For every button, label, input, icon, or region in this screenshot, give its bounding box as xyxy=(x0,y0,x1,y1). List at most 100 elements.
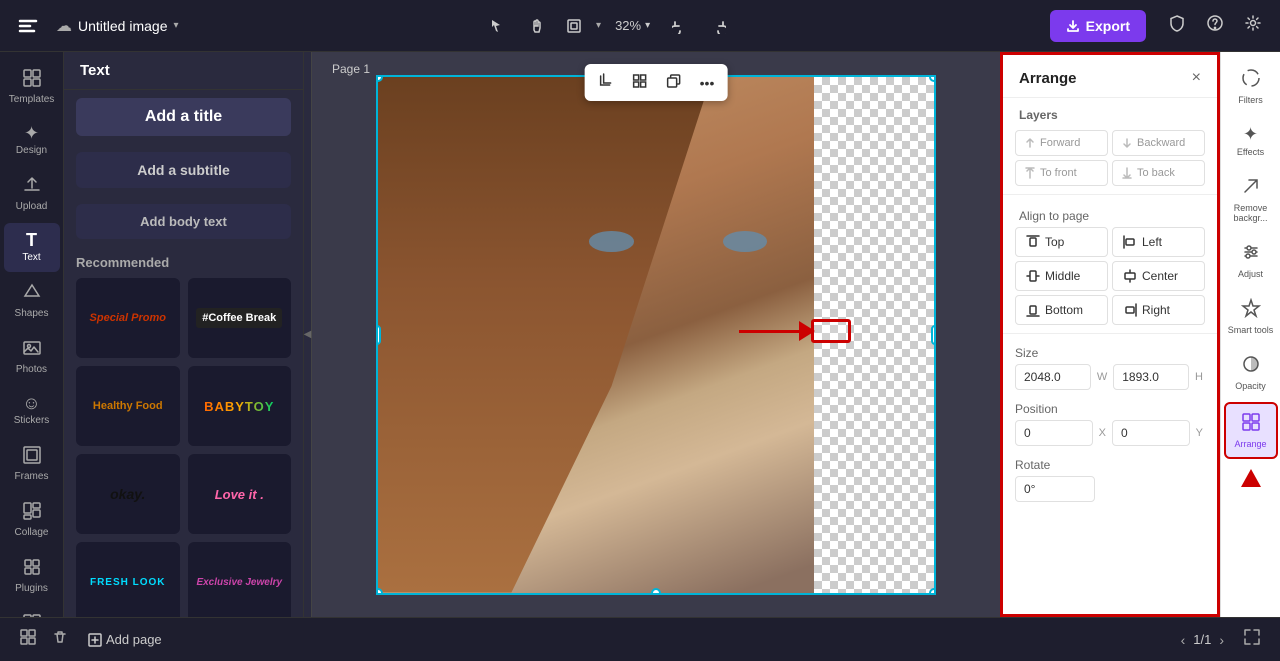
opacity-btn[interactable]: Opacity xyxy=(1224,346,1278,400)
align-right-btn[interactable]: Right xyxy=(1112,295,1205,325)
sidebar-item-templates[interactable]: Templates xyxy=(4,60,60,114)
upload-label: Upload xyxy=(16,201,48,213)
recommended-label: Recommended xyxy=(64,247,303,274)
frame-tool-btn[interactable] xyxy=(558,12,590,40)
add-title-btn[interactable]: Add a title xyxy=(76,98,291,136)
settings-icon-btn[interactable] xyxy=(1238,8,1268,43)
grid-tool-btn[interactable] xyxy=(625,68,655,97)
sidebar-item-stickers[interactable]: ☺ Stickers xyxy=(4,386,60,435)
tmpl-special-promo-text: Special Promo xyxy=(90,312,166,324)
doc-title-area: ☁ Untitled image ▾ xyxy=(56,16,179,36)
sidebar-item-plugins[interactable]: Plugins xyxy=(4,549,60,603)
resize-handle-bm[interactable] xyxy=(651,588,661,595)
template-grid: Special Promo #Coffee Break Healthy Food… xyxy=(64,274,303,617)
tmpl-okay-text: okay. xyxy=(110,486,145,502)
chevron-frame-icon[interactable]: ▾ xyxy=(596,20,601,31)
adjust-btn[interactable]: Adjust xyxy=(1224,234,1278,288)
smart-tools-btn[interactable]: Smart tools xyxy=(1224,290,1278,344)
pos-x-input[interactable] xyxy=(1015,420,1093,446)
filters-icon xyxy=(1241,68,1261,93)
arrange-btn[interactable]: Arrange xyxy=(1224,402,1278,460)
sidebar-item-collage[interactable]: Collage xyxy=(4,493,60,547)
export-button[interactable]: Export xyxy=(1050,10,1146,42)
add-page-btn[interactable]: Add page xyxy=(80,628,170,651)
pos-row: X Y xyxy=(1015,420,1205,446)
arrange-close-btn[interactable]: × xyxy=(1192,69,1201,87)
zoom-control[interactable]: 32% ▾ xyxy=(607,14,658,37)
grid-view-btn[interactable] xyxy=(16,625,40,654)
bottom-bar: Add page ‹ 1/1 › xyxy=(0,617,1280,661)
template-okay[interactable]: okay. xyxy=(76,454,180,534)
sidebar-item-upload[interactable]: Upload xyxy=(4,167,60,221)
more-tool-btn[interactable]: ••• xyxy=(693,70,722,96)
arrange-panel: Arrange × Layers Forward Backward To fro… xyxy=(1000,52,1220,617)
align-left-btn[interactable]: Left xyxy=(1112,227,1205,257)
arrange-title: Arrange xyxy=(1019,70,1077,87)
shield-icon-btn[interactable] xyxy=(1162,8,1192,43)
align-bottom-btn[interactable]: Bottom xyxy=(1015,295,1108,325)
rotate-input-wrap xyxy=(1015,476,1095,502)
template-fresh-look[interactable]: FRESH LOOK xyxy=(76,542,180,617)
logo-icon[interactable] xyxy=(12,10,44,42)
pointer-tool-btn[interactable] xyxy=(482,12,514,40)
template-coffee-break[interactable]: #Coffee Break xyxy=(188,278,292,358)
help-icon-btn[interactable] xyxy=(1200,8,1230,43)
filters-btn[interactable]: Filters xyxy=(1224,60,1278,114)
y-unit-label: Y xyxy=(1194,427,1205,439)
shapes-label: Shapes xyxy=(15,308,49,320)
doc-title[interactable]: Untitled image xyxy=(78,18,168,34)
crop-tool-btn[interactable] xyxy=(591,68,621,97)
add-body-btn[interactable]: Add body text xyxy=(76,204,291,239)
sidebar-item-photos[interactable]: Photos xyxy=(4,330,60,384)
add-subtitle-btn[interactable]: Add a subtitle xyxy=(76,152,291,188)
add-page-label: Add page xyxy=(106,632,162,647)
template-babytoy[interactable]: BABYTOY xyxy=(188,366,292,446)
template-love-it[interactable]: Love it . xyxy=(188,454,292,534)
fullscreen-btn[interactable] xyxy=(1240,625,1264,654)
undo-btn[interactable] xyxy=(664,12,696,40)
template-special-promo[interactable]: Special Promo xyxy=(76,278,180,358)
forward-btn[interactable]: Forward xyxy=(1015,130,1108,156)
pos-y-input[interactable] xyxy=(1112,420,1190,446)
chevron-down-icon[interactable]: ▾ xyxy=(174,20,179,31)
template-exclusive-jewelry[interactable]: Exclusive Jewelry xyxy=(188,542,292,617)
resize-handle-br[interactable] xyxy=(929,588,936,595)
effects-icon: ✦ xyxy=(1243,124,1258,145)
zoom-chevron-icon: ▾ xyxy=(645,20,650,31)
sidebar-item-shapes[interactable]: Shapes xyxy=(4,274,60,328)
backward-btn[interactable]: Backward xyxy=(1112,130,1205,156)
remove-bg-btn[interactable]: Remove backgr... xyxy=(1224,168,1278,233)
hand-tool-btn[interactable] xyxy=(520,12,552,40)
effects-btn[interactable]: ✦ Effects xyxy=(1224,116,1278,166)
size-width-input[interactable] xyxy=(1015,364,1091,390)
redo-btn[interactable] xyxy=(702,12,734,40)
tmpl-fresh-text: FRESH LOOK xyxy=(90,577,166,588)
sidebar-item-text[interactable]: T Text xyxy=(4,223,60,272)
to-front-btn[interactable]: To front xyxy=(1015,160,1108,186)
duplicate-tool-btn[interactable] xyxy=(659,68,689,97)
sidebar-item-frames[interactable]: Frames xyxy=(4,437,60,491)
align-top-btn[interactable]: Top xyxy=(1015,227,1108,257)
template-healthy-food[interactable]: Healthy Food xyxy=(76,366,180,446)
page-indicator: 1/1 xyxy=(1193,632,1211,647)
resize-handle-ml[interactable] xyxy=(376,325,381,345)
rotate-input[interactable] xyxy=(1015,476,1095,502)
next-page-btn[interactable]: › xyxy=(1219,632,1224,648)
align-center-btn[interactable]: Center xyxy=(1112,261,1205,291)
right-icon-bar: Filters ✦ Effects Remove backgr... Adjus… xyxy=(1220,52,1280,617)
prev-page-btn[interactable]: ‹ xyxy=(1181,632,1186,648)
text-panel: Text Add a title Add a subtitle Add body… xyxy=(64,52,304,617)
resize-handle-tr[interactable] xyxy=(929,75,936,82)
tmpl-healthy-text: Healthy Food xyxy=(93,400,163,412)
align-middle-btn[interactable]: Middle xyxy=(1015,261,1108,291)
stickers-label: Stickers xyxy=(14,415,50,427)
sidebar-item-design[interactable]: ✦ Design xyxy=(4,116,60,165)
delete-btn[interactable] xyxy=(48,625,72,654)
canvas-area[interactable]: Page 1 ••• xyxy=(312,52,1000,617)
panel-collapse-handle[interactable]: ◀ xyxy=(304,52,312,617)
to-back-btn[interactable]: To back xyxy=(1112,160,1205,186)
sidebar-item-more[interactable] xyxy=(4,605,60,617)
size-height-input[interactable] xyxy=(1113,364,1189,390)
resize-handle-mr[interactable] xyxy=(931,325,936,345)
canvas-frame[interactable] xyxy=(376,75,936,595)
